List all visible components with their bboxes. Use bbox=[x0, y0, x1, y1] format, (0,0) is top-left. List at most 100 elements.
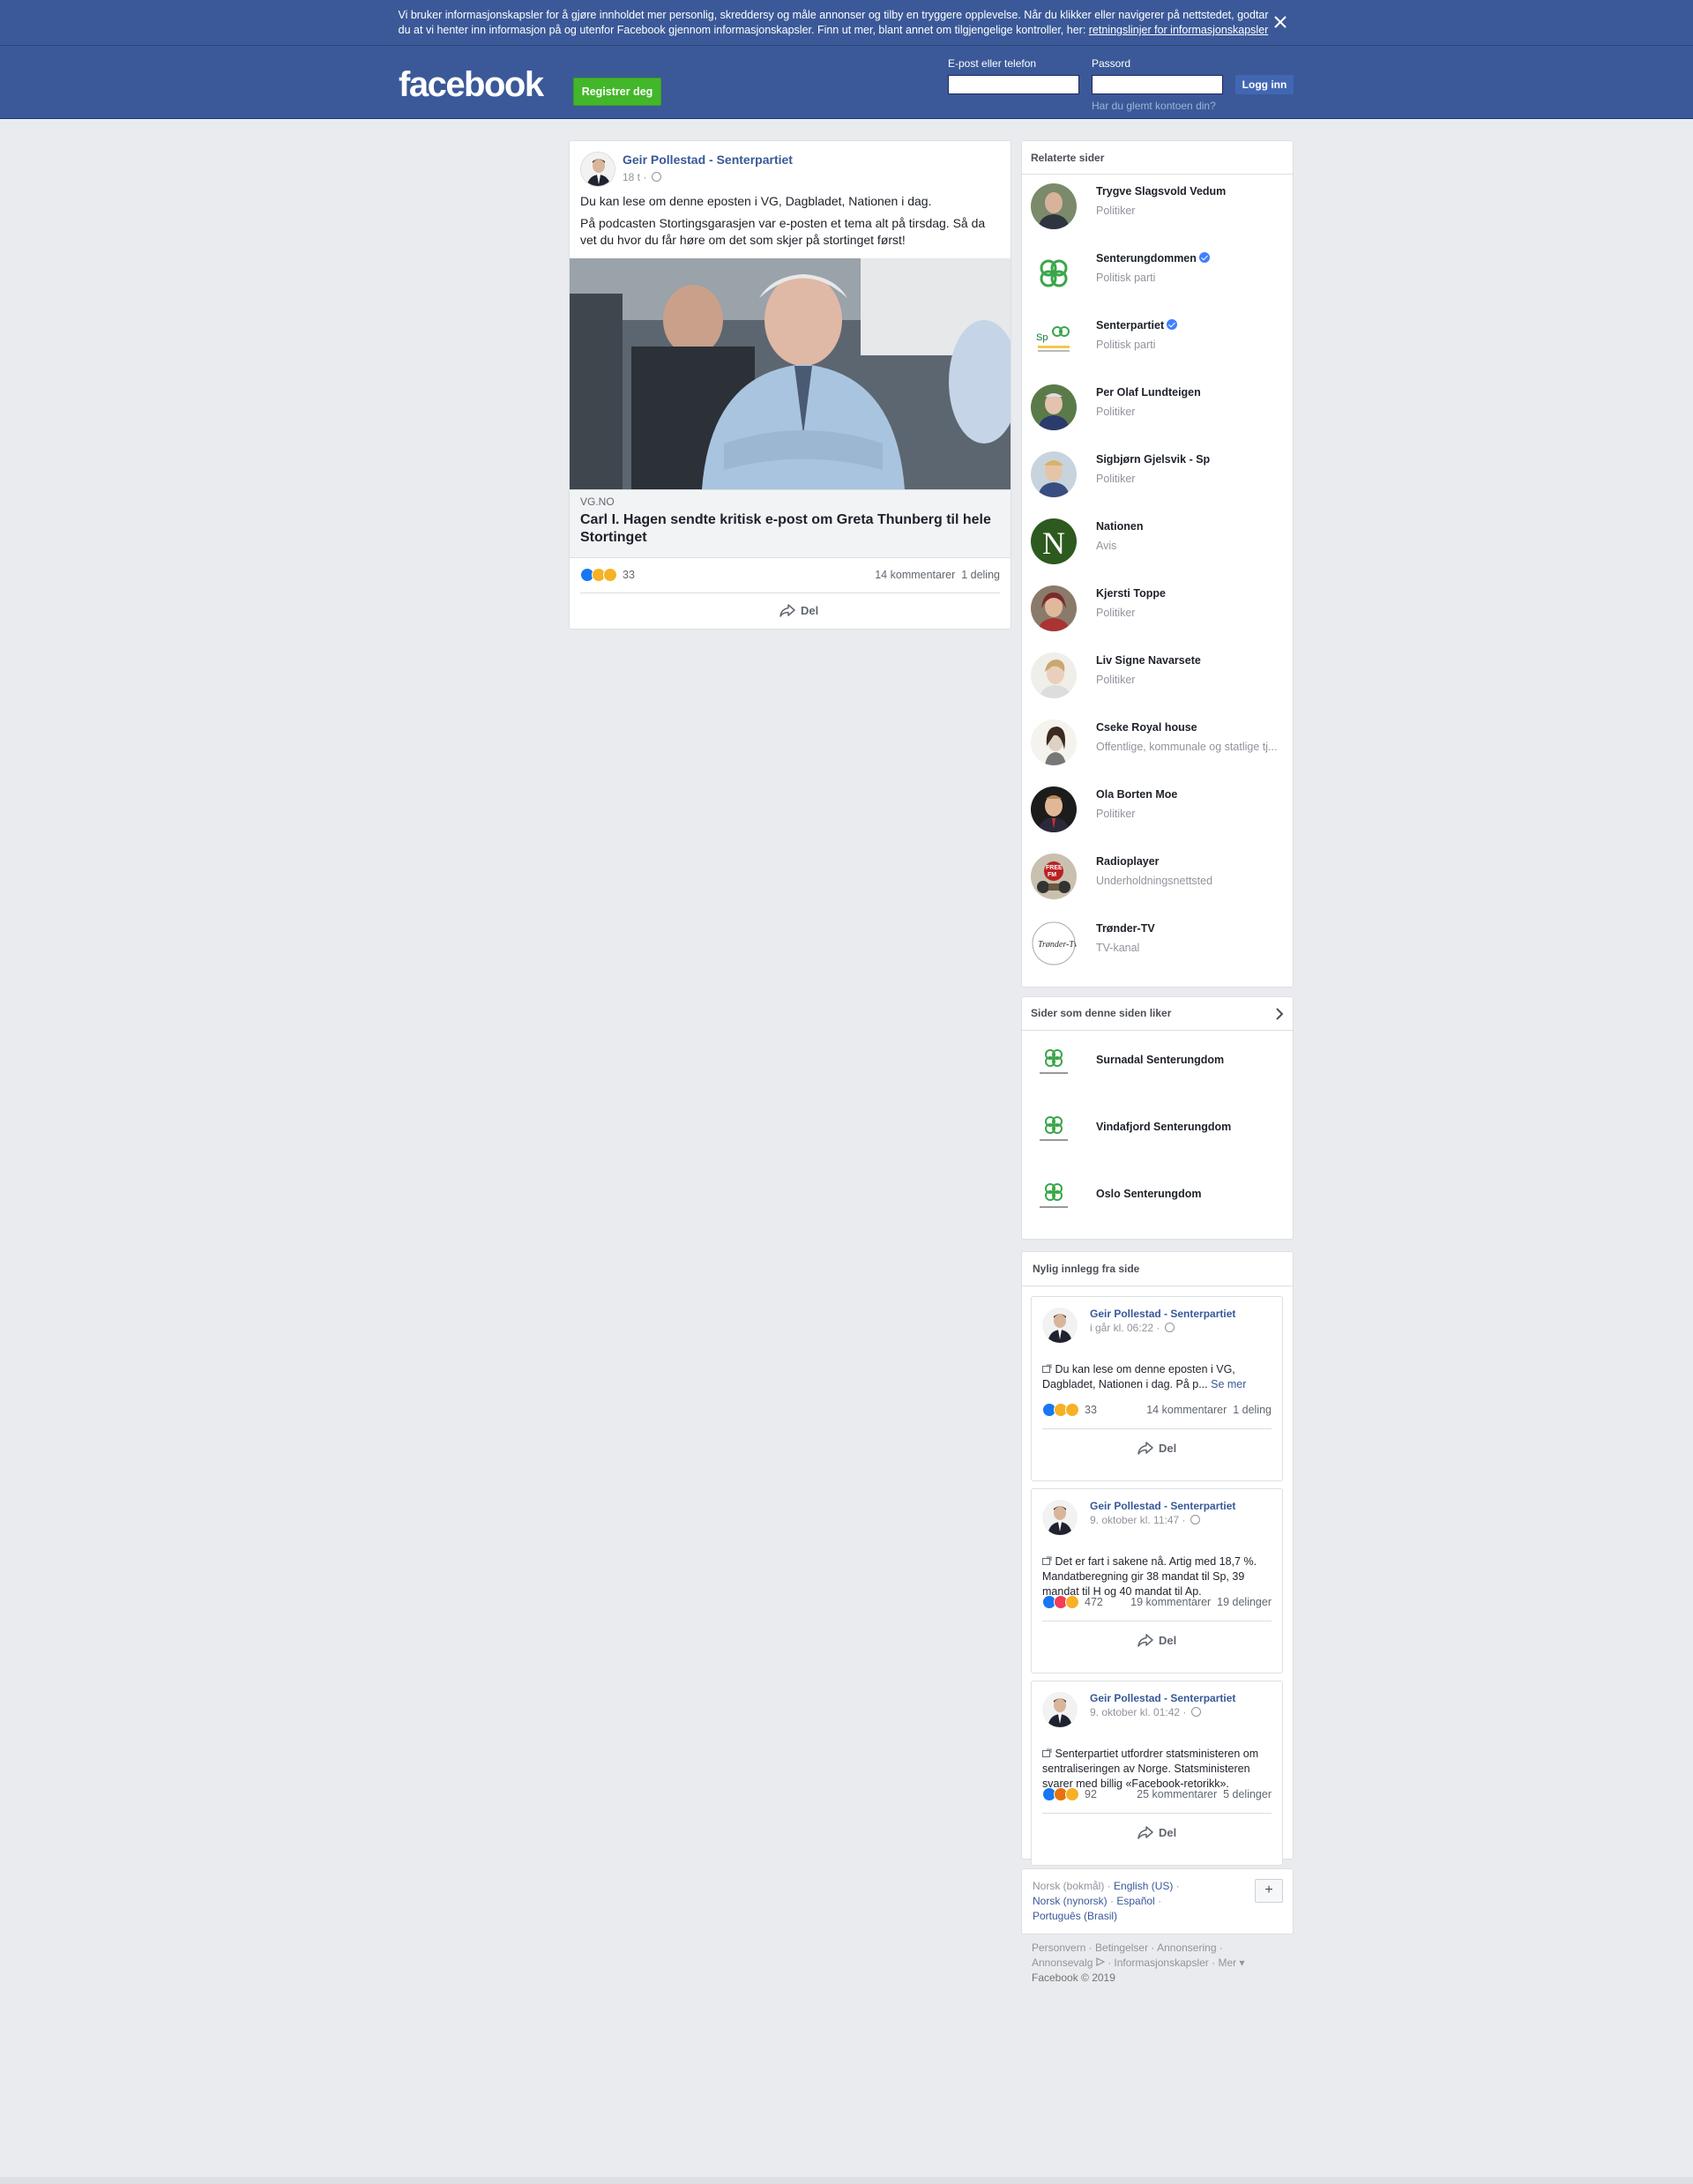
related-page-item[interactable]: Cseke Royal house Offentlige, kommunale o… bbox=[1031, 716, 1287, 769]
footer-privacy[interactable]: Personvern bbox=[1032, 1942, 1085, 1954]
page-avatar[interactable] bbox=[1031, 1040, 1077, 1086]
page-avatar[interactable] bbox=[1031, 183, 1077, 229]
page-name[interactable]: Per Olaf Lundteigen bbox=[1096, 386, 1201, 399]
page-avatar[interactable] bbox=[1031, 1107, 1077, 1153]
post-author-link[interactable]: Geir Pollestad - Senterpartiet bbox=[1090, 1500, 1235, 1512]
liked-page-item[interactable]: Surnadal Senterungdom bbox=[1031, 1037, 1287, 1090]
page-avatar[interactable] bbox=[1031, 384, 1077, 430]
page-avatar[interactable] bbox=[1031, 652, 1077, 698]
post-author-link[interactable]: Geir Pollestad - Senterpartiet bbox=[623, 153, 793, 167]
page-avatar[interactable]: N bbox=[1031, 518, 1077, 564]
related-page-item[interactable]: Trygve Slagsvold Vedum Politiker bbox=[1031, 180, 1287, 233]
related-page-item[interactable]: Trønder-Tv Trønder-TV TV-kanal bbox=[1031, 917, 1287, 970]
post-author-link[interactable]: Geir Pollestad - Senterpartiet bbox=[1090, 1308, 1235, 1320]
page-avatar[interactable]: Trønder-Tv bbox=[1031, 921, 1077, 966]
see-more-link[interactable]: Se mer bbox=[1211, 1378, 1246, 1390]
register-button[interactable]: Registrer deg bbox=[573, 78, 661, 106]
related-page-item[interactable]: FREE FM Radioplayer Underholdningsnettsted bbox=[1031, 850, 1287, 903]
more-languages-button[interactable]: + bbox=[1255, 1879, 1283, 1903]
login-button[interactable]: Logg inn bbox=[1235, 75, 1294, 94]
post-author-link[interactable]: Geir Pollestad - Senterpartiet bbox=[1090, 1692, 1235, 1704]
page-avatar[interactable]: Sp bbox=[1031, 317, 1077, 363]
link-title[interactable]: Carl I. Hagen sendte kritisk e-post om G… bbox=[580, 511, 1003, 547]
recent-post[interactable]: Geir Pollestad - Senterpartiet i går kl. … bbox=[1031, 1296, 1283, 1481]
shares-link[interactable]: 1 deling bbox=[961, 569, 1000, 581]
related-page-item[interactable]: N Nationen Avis bbox=[1031, 515, 1287, 568]
recent-post[interactable]: Geir Pollestad - Senterpartiet 9. oktober… bbox=[1031, 1681, 1283, 1866]
link-preview[interactable]: VG.NO Carl I. Hagen sendte kritisk e-pos… bbox=[570, 489, 1011, 558]
shares-link[interactable]: 1 deling bbox=[1233, 1404, 1272, 1416]
email-field[interactable] bbox=[948, 75, 1079, 94]
footer-ad-choices[interactable]: Annonsevalg bbox=[1032, 1957, 1093, 1969]
related-page-item[interactable]: Sigbjørn Gjelsvik - Sp Politiker bbox=[1031, 448, 1287, 501]
forgot-account-link[interactable]: Har du glemt kontoen din? bbox=[1092, 100, 1216, 112]
liked-pages-title[interactable]: Sider som denne siden liker bbox=[1031, 1007, 1171, 1019]
reaction-summary[interactable]: 33 bbox=[1042, 1403, 1097, 1417]
reaction-summary[interactable]: 33 bbox=[580, 568, 635, 582]
page-name[interactable]: Senterungdommen bbox=[1096, 252, 1210, 265]
page-name[interactable]: Surnadal Senterungdom bbox=[1096, 1054, 1224, 1066]
chevron-right-icon[interactable] bbox=[1275, 1008, 1284, 1020]
post-timestamp[interactable]: 9. oktober kl. 01:42 · bbox=[1090, 1706, 1201, 1718]
share-button[interactable]: Del bbox=[1137, 1633, 1176, 1647]
footer-advertising[interactable]: Annonsering bbox=[1157, 1942, 1216, 1954]
page-name[interactable]: Senterpartiet bbox=[1096, 319, 1178, 332]
page-avatar[interactable]: FREE FM bbox=[1031, 853, 1077, 899]
page-name[interactable]: Ola Borten Moe bbox=[1096, 788, 1177, 801]
related-page-item[interactable]: Per Olaf Lundteigen Politiker bbox=[1031, 381, 1287, 434]
comments-link[interactable]: 14 kommentarer bbox=[1146, 1404, 1227, 1416]
author-avatar[interactable] bbox=[1042, 1692, 1078, 1727]
page-avatar[interactable] bbox=[1031, 786, 1077, 832]
page-name[interactable]: Radioplayer bbox=[1096, 855, 1160, 868]
post-timestamp[interactable]: i går kl. 06:22 · bbox=[1090, 1322, 1175, 1334]
author-avatar[interactable] bbox=[580, 152, 615, 187]
page-avatar[interactable] bbox=[1031, 719, 1077, 765]
lang-nynorsk[interactable]: Norsk (nynorsk) bbox=[1033, 1895, 1108, 1907]
page-name[interactable]: Oslo Senterungdom bbox=[1096, 1188, 1201, 1200]
share-button[interactable]: Del bbox=[779, 603, 818, 617]
share-button[interactable]: Del bbox=[1137, 1825, 1176, 1839]
page-avatar[interactable] bbox=[1031, 250, 1077, 296]
reaction-summary[interactable]: 92 bbox=[1042, 1787, 1097, 1801]
post-timestamp[interactable]: 9. oktober kl. 11:47 · bbox=[1090, 1514, 1200, 1526]
reaction-summary[interactable]: 472 bbox=[1042, 1595, 1103, 1609]
share-button[interactable]: Del bbox=[1137, 1441, 1176, 1455]
related-page-item[interactable]: Ola Borten Moe Politiker bbox=[1031, 783, 1287, 836]
shares-link[interactable]: 5 delinger bbox=[1223, 1788, 1272, 1800]
lang-portuguese[interactable]: Português (Brasil) bbox=[1033, 1910, 1117, 1922]
liked-page-item[interactable]: Oslo Senterungdom bbox=[1031, 1171, 1287, 1224]
related-page-item[interactable]: Kjersti Toppe Politiker bbox=[1031, 582, 1287, 635]
related-page-item[interactable]: Liv Signe Navarsete Politiker bbox=[1031, 649, 1287, 702]
comments-link[interactable]: 19 kommentarer bbox=[1130, 1596, 1211, 1608]
comments-link[interactable]: 14 kommentarer bbox=[875, 569, 955, 581]
post-timestamp[interactable]: 18 t · bbox=[623, 171, 661, 183]
page-name[interactable]: Trygve Slagsvold Vedum bbox=[1096, 185, 1226, 198]
page-avatar[interactable] bbox=[1031, 451, 1077, 497]
close-icon[interactable] bbox=[1271, 12, 1290, 32]
password-field[interactable] bbox=[1092, 75, 1223, 94]
footer-cookies[interactable]: Informasjonskapsler bbox=[1114, 1957, 1208, 1969]
footer-more[interactable]: Mer bbox=[1218, 1957, 1236, 1969]
post-link-image[interactable] bbox=[570, 258, 1011, 489]
page-name[interactable]: Cseke Royal house bbox=[1096, 721, 1197, 734]
page-avatar[interactable] bbox=[1031, 585, 1077, 631]
page-name[interactable]: Vindafjord Senterungdom bbox=[1096, 1121, 1231, 1133]
facebook-logo[interactable]: facebook bbox=[399, 65, 544, 105]
related-page-item[interactable]: Senterungdommen Politisk parti bbox=[1031, 247, 1287, 300]
comments-link[interactable]: 25 kommentarer bbox=[1137, 1788, 1217, 1800]
page-avatar[interactable] bbox=[1031, 1174, 1077, 1220]
page-name[interactable]: Liv Signe Navarsete bbox=[1096, 654, 1201, 667]
recent-post[interactable]: Geir Pollestad - Senterpartiet 9. oktober… bbox=[1031, 1488, 1283, 1673]
related-page-item[interactable]: Sp Senterpartiet Politisk parti bbox=[1031, 314, 1287, 367]
lang-spanish[interactable]: Español bbox=[1116, 1895, 1154, 1907]
page-name[interactable]: Kjersti Toppe bbox=[1096, 587, 1166, 600]
page-name[interactable]: Trønder-TV bbox=[1096, 922, 1155, 935]
footer-terms[interactable]: Betingelser bbox=[1095, 1942, 1148, 1954]
shares-link[interactable]: 19 delinger bbox=[1217, 1596, 1272, 1608]
lang-english[interactable]: English (US) bbox=[1114, 1880, 1173, 1892]
page-name[interactable]: Sigbjørn Gjelsvik - Sp bbox=[1096, 453, 1210, 466]
liked-page-item[interactable]: Vindafjord Senterungdom bbox=[1031, 1104, 1287, 1157]
author-avatar[interactable] bbox=[1042, 1500, 1078, 1535]
cookie-policy-link[interactable]: retningslinjer for informasjonskapsler bbox=[1089, 24, 1269, 36]
page-name[interactable]: Nationen bbox=[1096, 520, 1143, 533]
